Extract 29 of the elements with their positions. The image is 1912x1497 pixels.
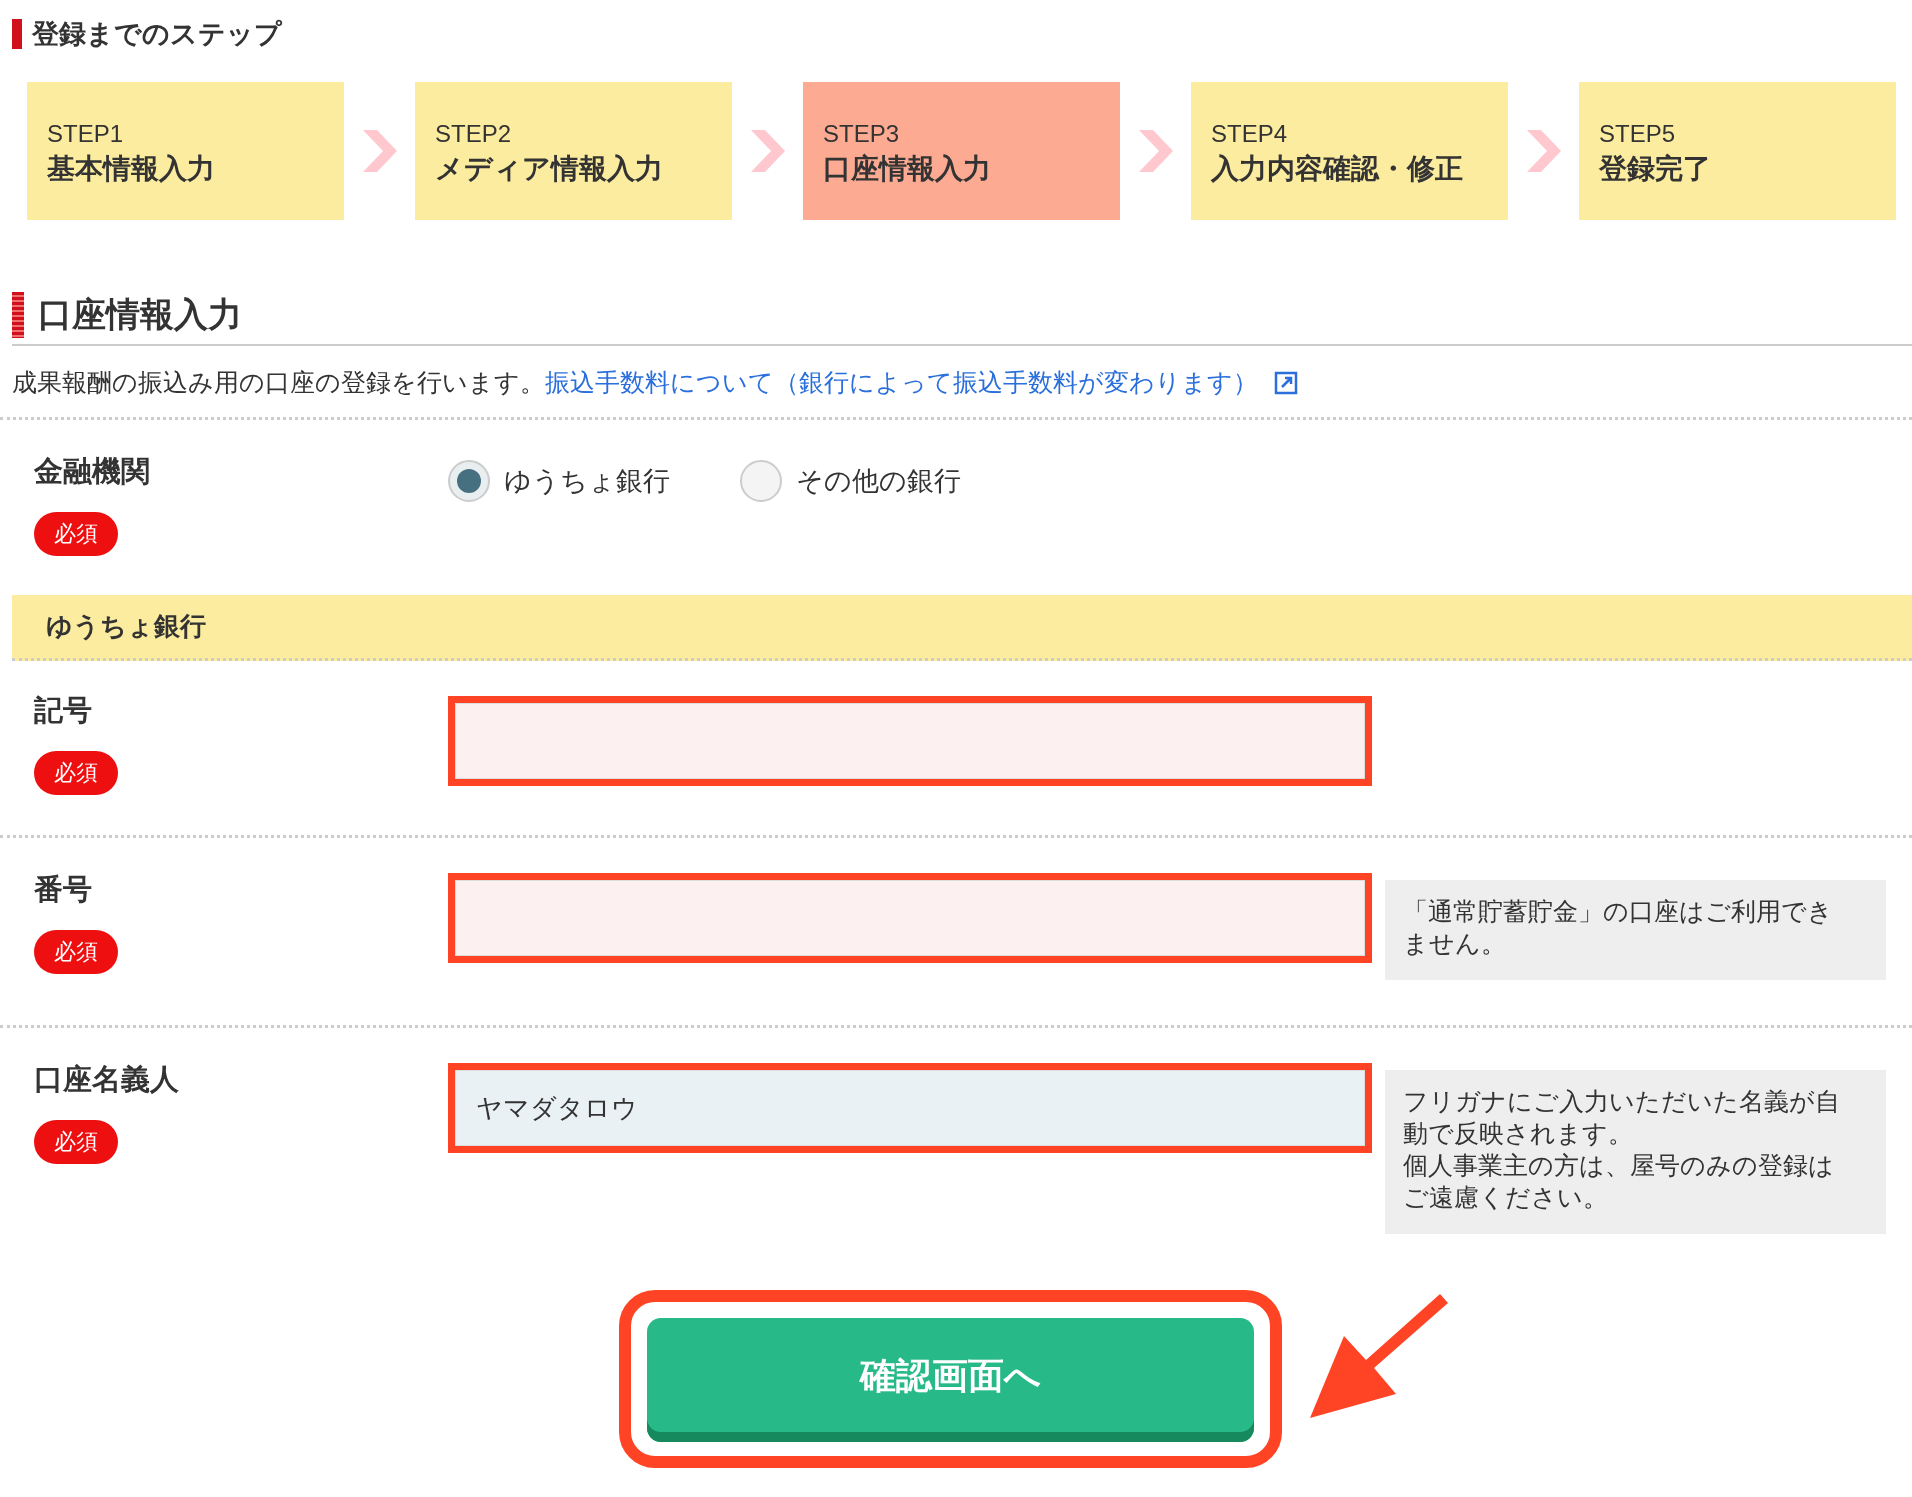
step-label: 登録完了 [1599, 151, 1712, 187]
step-number: STEP3 [823, 120, 901, 148]
step-number: STEP1 [47, 120, 125, 148]
step-number: STEP4 [1211, 120, 1289, 148]
step-label: メディア情報入力 [435, 151, 664, 187]
section-title: 口座情報入力 [38, 293, 242, 336]
note-text: 個人事業主の方は、屋号のみの登録はご遠慮ください。 [1403, 1150, 1835, 1214]
radio-option[interactable]: ゆうちょ銀行 [448, 460, 670, 502]
note-text: 「通常貯蓄貯金」の口座はご利用できません。 [1403, 896, 1834, 960]
section-description: 成果報酬の振込み用の口座の登録を行います。 [12, 367, 545, 399]
step-label: 基本情報入力 [47, 151, 216, 187]
subsection-title: ゆうちょ銀行 [46, 611, 206, 641]
required-badge: 必須 [34, 512, 118, 556]
required-badge: 必須 [34, 751, 118, 795]
field-label: 金融機関 [34, 453, 150, 490]
step-label: 口座情報入力 [823, 151, 992, 187]
step-number: STEP5 [1599, 120, 1677, 148]
step-number: STEP2 [435, 120, 513, 148]
field-label: 口座名義人 [34, 1061, 179, 1098]
step-label: 入力内容確認・修正 [1211, 151, 1464, 187]
note-text: フリガナにご入力いただいた名義が自動で反映されます。 [1403, 1086, 1841, 1150]
required-badge: 必須 [34, 930, 118, 974]
input-field[interactable]: ヤマダタロウ [455, 1070, 1365, 1146]
steps-heading: 登録までのステップ [32, 17, 282, 51]
field-label: 記号 [34, 692, 92, 729]
field-label: 番号 [34, 871, 92, 908]
required-badge: 必須 [34, 1120, 118, 1164]
radio-option[interactable]: その他の銀行 [740, 460, 961, 502]
fee-link[interactable]: 振込手数料について（銀行によって振込手数料が変わります） [545, 366, 1258, 399]
